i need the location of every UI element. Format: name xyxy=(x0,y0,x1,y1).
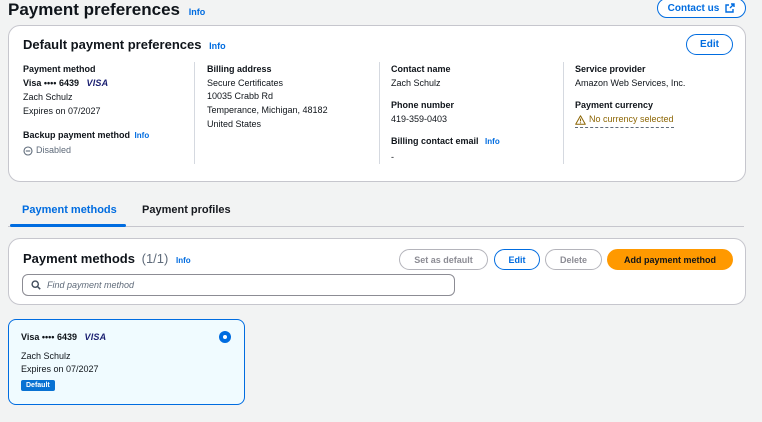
billing-email-info-link[interactable]: Info xyxy=(485,137,500,146)
default-preferences-title: Default payment preferences Info xyxy=(23,37,226,52)
add-payment-method-button[interactable]: Add payment method xyxy=(607,249,733,270)
default-preferences-title-text: Default payment preferences xyxy=(23,37,202,52)
billing-address-line-2: 10035 Crabb Rd xyxy=(207,91,274,101)
payment-currency-label: Payment currency xyxy=(575,100,654,110)
tab-payment-profiles[interactable]: Payment profiles xyxy=(142,204,231,216)
payment-methods-panel: Payment methods (1/1) Info Set as defaul… xyxy=(8,238,746,305)
page-title-text: Payment preferences xyxy=(8,0,180,19)
search-field[interactable] xyxy=(22,274,455,296)
tab-payment-methods[interactable]: Payment methods xyxy=(22,204,117,216)
payment-methods-info-link[interactable]: Info xyxy=(176,256,191,265)
warning-triangle-icon xyxy=(575,114,586,125)
phone-number-label: Phone number xyxy=(391,100,455,110)
card-tile-radio[interactable] xyxy=(219,331,231,343)
payment-currency-warning[interactable]: No currency selected xyxy=(575,113,674,128)
payment-methods-count: (1/1) xyxy=(141,251,169,266)
backup-payment-label-text: Backup payment method xyxy=(23,130,131,140)
phone-number-value: 419-359-0403 xyxy=(391,114,448,124)
service-provider-label: Service provider xyxy=(575,64,646,74)
radio-dot-icon xyxy=(223,335,227,339)
contact-us-label: Contact us xyxy=(667,2,720,14)
billing-address-line-3: Temperance, Michigan, 48182 xyxy=(207,105,328,115)
billing-email-label-text: Billing contact email xyxy=(391,136,479,146)
search-icon xyxy=(31,280,41,290)
billing-address-line-4: United States xyxy=(207,119,262,129)
column-divider xyxy=(379,62,380,164)
contact-us-button[interactable]: Contact us xyxy=(657,0,746,18)
billing-address-label: Billing address xyxy=(207,64,272,74)
page-title: Payment preferences Info xyxy=(8,0,205,20)
edit-preferences-button[interactable]: Edit xyxy=(686,34,733,55)
payment-methods-title: Payment methods (1/1) Info xyxy=(23,251,191,266)
backup-status-text: Disabled xyxy=(36,145,72,155)
visa-logo-icon: VISA xyxy=(86,78,109,88)
card-tile-holder: Zach Schulz xyxy=(21,351,71,361)
card-tile-number: Visa •••• 6439 xyxy=(21,332,77,342)
set-as-default-button[interactable]: Set as default xyxy=(399,249,488,270)
visa-logo-icon: VISA xyxy=(84,332,107,342)
default-preferences-card: Default payment preferences Info Edit Pa… xyxy=(8,25,746,182)
payment-method-label: Payment method xyxy=(23,64,96,74)
default-card-number-row: Visa •••• 6439 VISA xyxy=(23,77,108,90)
contact-name-label: Contact name xyxy=(391,64,451,74)
default-preferences-info-link[interactable]: Info xyxy=(209,41,226,51)
page-title-info-link[interactable]: Info xyxy=(189,7,206,17)
column-divider xyxy=(563,62,564,164)
external-link-icon xyxy=(725,3,736,13)
payment-currency-value: No currency selected xyxy=(589,114,674,124)
default-card-holder: Zach Schulz xyxy=(23,92,73,102)
default-badge: Default xyxy=(21,380,55,391)
default-card-expiry: Expires on 07/2027 xyxy=(23,106,101,116)
billing-email-label: Billing contact email Info xyxy=(391,136,500,146)
edit-method-button[interactable]: Edit xyxy=(494,249,540,270)
service-provider-value: Amazon Web Services, Inc. xyxy=(575,78,686,88)
column-divider xyxy=(194,62,195,164)
backup-status: Disabled xyxy=(23,144,71,157)
payment-methods-title-text: Payment methods xyxy=(23,251,135,266)
card-tile-expiry: Expires on 07/2027 xyxy=(21,364,99,374)
billing-email-value: - xyxy=(391,152,394,162)
card-tile-number-row: Visa •••• 6439 VISA xyxy=(21,331,106,344)
backup-payment-info-link[interactable]: Info xyxy=(135,131,150,140)
active-tab-indicator xyxy=(10,224,126,227)
billing-address-line-1: Secure Certificates xyxy=(207,78,284,88)
delete-method-button[interactable]: Delete xyxy=(545,249,602,270)
contact-name-value: Zach Schulz xyxy=(391,78,441,88)
search-input[interactable] xyxy=(47,280,427,290)
payment-method-card-tile[interactable]: Visa •••• 6439 VISA Zach Schulz Expires … xyxy=(8,319,245,405)
disabled-circle-icon xyxy=(23,145,33,156)
backup-payment-label: Backup payment method Info xyxy=(23,130,149,140)
default-card-number: Visa •••• 6439 xyxy=(23,78,79,88)
